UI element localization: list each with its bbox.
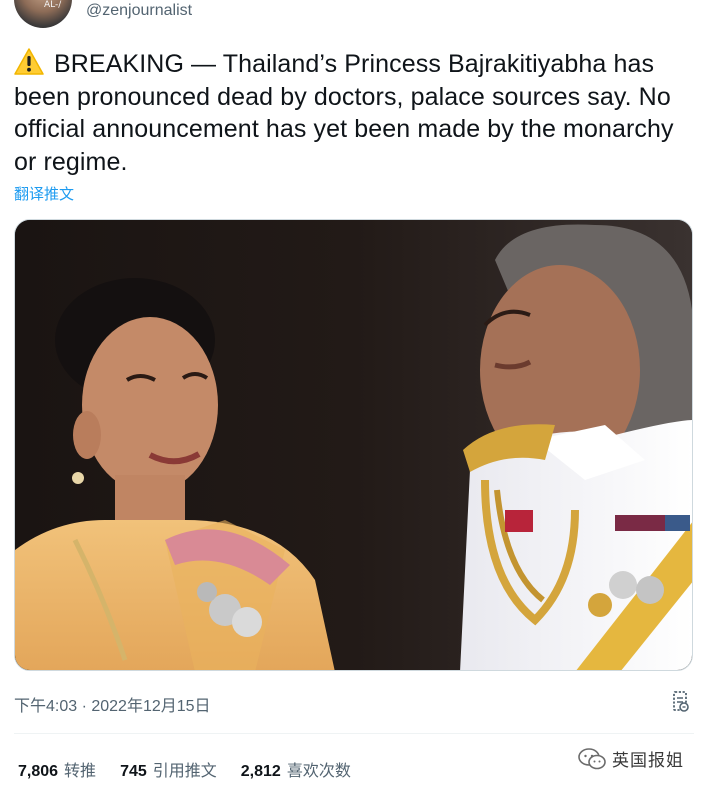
- tweet-timestamp[interactable]: 下午4:03 · 2022年12月15日: [14, 692, 211, 716]
- quotes-stat[interactable]: 745 引用推文: [120, 757, 217, 781]
- tweet-text: BREAKING — Thailand’s Princess Bajrakiti…: [14, 48, 694, 178]
- tweet-header: AL-/ @zenjournalist: [0, 0, 702, 30]
- retweets-label: 转推: [64, 763, 97, 780]
- likes-stat[interactable]: 2,812 喜欢次数: [241, 757, 351, 781]
- wechat-logo-icon: [578, 747, 606, 769]
- retweets-stat[interactable]: 7,806 转推: [18, 757, 96, 781]
- share-icon[interactable]: [668, 690, 692, 714]
- quotes-count: 745: [120, 763, 147, 780]
- watermark: 英国报姐: [578, 746, 684, 771]
- likes-label: 喜欢次数: [286, 763, 351, 780]
- retweets-count: 7,806: [18, 763, 59, 780]
- likes-count: 2,812: [240, 763, 281, 780]
- quotes-label: 引用推文: [152, 763, 217, 780]
- avatar-tag-text: AL-/: [44, 0, 62, 10]
- tweet-body: BREAKING — Thailand’s Princess Bajrakiti…: [14, 50, 674, 176]
- warning-icon: [14, 48, 44, 75]
- photo-illustration: [15, 220, 692, 670]
- author-handle[interactable]: @zenjournalist: [86, 2, 192, 20]
- engagement-stats: 7,806 转推 745 引用推文 2,812 喜欢次数: [18, 757, 351, 781]
- watermark-text: 英国报姐: [612, 751, 684, 770]
- divider: [14, 733, 694, 734]
- translate-tweet-link[interactable]: 翻译推文: [14, 183, 74, 204]
- tweet-photo[interactable]: [14, 219, 693, 671]
- avatar[interactable]: AL-/: [14, 0, 72, 28]
